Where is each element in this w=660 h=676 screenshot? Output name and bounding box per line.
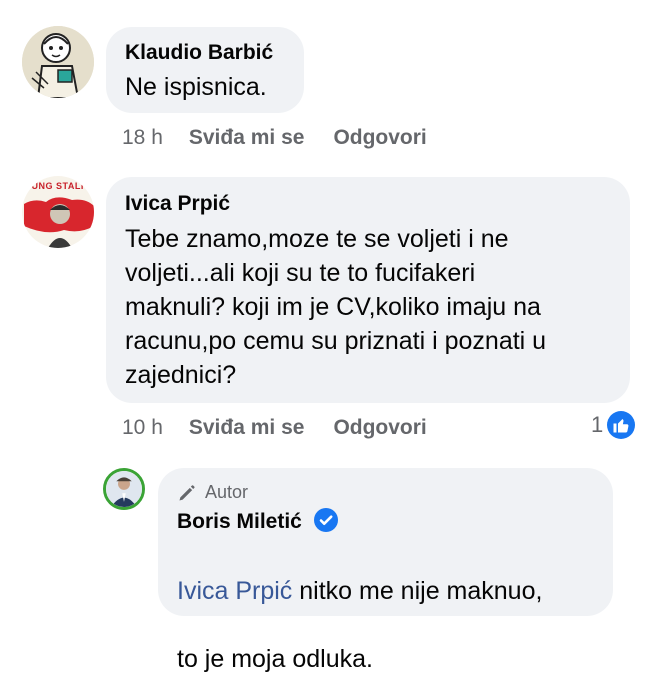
comment-author-name[interactable]: Ivica Prpić bbox=[125, 192, 230, 216]
avatar-boris-miletic[interactable] bbox=[103, 468, 145, 510]
comment-timestamp[interactable]: 18 h bbox=[122, 126, 163, 150]
avatar-klaudio-barbic[interactable] bbox=[22, 26, 94, 98]
avatar-ivica-prpic[interactable]: OUNG STALI bbox=[22, 176, 94, 248]
like-button[interactable]: Sviđa mi se bbox=[189, 416, 305, 440]
thumbs-up-icon bbox=[607, 411, 636, 439]
reaction-count: 1 bbox=[591, 412, 604, 437]
mention-link[interactable]: Ivica Prpić bbox=[177, 577, 292, 605]
reply-text: Ivica Prpić nitko me nije maknuo, to je … bbox=[177, 540, 597, 676]
reply-author-name[interactable]: Boris Miletić bbox=[177, 508, 338, 534]
like-button[interactable]: Sviđa mi se bbox=[189, 126, 305, 150]
reaction-summary[interactable]: 1 bbox=[591, 411, 636, 439]
author-badge-label: Autor bbox=[205, 482, 249, 502]
reply-text-line2: to je moja odluka. bbox=[177, 645, 373, 673]
comment-author-name[interactable]: Klaudio Barbić bbox=[125, 41, 273, 65]
comment-text: Ne ispisnica. bbox=[125, 73, 267, 101]
reply-button[interactable]: Odgovori bbox=[333, 126, 426, 150]
comment-text: Tebe znamo,moze te se voljeti i ne volje… bbox=[125, 225, 547, 389]
verified-badge-icon bbox=[313, 508, 338, 533]
reply-text-line1: nitko me nije maknuo, bbox=[292, 577, 543, 605]
comment-timestamp[interactable]: 10 h bbox=[122, 416, 163, 440]
pencil-icon bbox=[177, 483, 197, 503]
avatar-caption: OUNG STALI bbox=[24, 181, 84, 191]
comment-actions: 10 h Sviđa mi se Odgovori bbox=[122, 416, 427, 440]
reply-button[interactable]: Odgovori bbox=[333, 416, 426, 440]
reply-author-label: Boris Miletić bbox=[177, 510, 302, 533]
author-badge: Autor bbox=[177, 482, 248, 503]
comment-actions: 18 h Sviđa mi se Odgovori bbox=[122, 126, 427, 150]
